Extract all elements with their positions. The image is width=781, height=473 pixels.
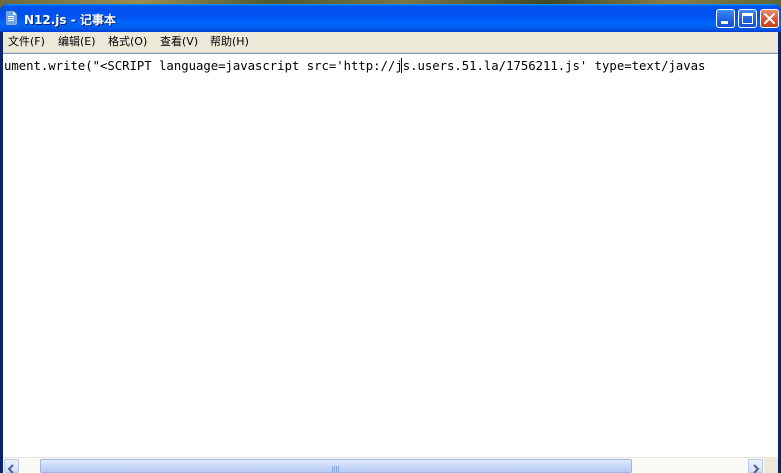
menu-bar: 文件(F) 编辑(E) 格式(O) 查看(V) 帮助(H): [3, 32, 778, 53]
arrow-left-icon: [7, 464, 14, 473]
minimize-button[interactable]: [716, 9, 735, 28]
maximize-button[interactable]: [738, 9, 757, 28]
notepad-icon[interactable]: [5, 10, 18, 26]
menu-file[interactable]: 文件(F): [6, 34, 47, 50]
notepad-window: N12.js - 记事本 文件(F) 编辑(E) 格式(O) 查看(V) 帮助(…: [0, 4, 781, 473]
title-bar[interactable]: N12.js - 记事本: [0, 4, 781, 32]
text-caret: [401, 58, 402, 73]
arrow-right-icon: [753, 464, 760, 473]
menu-edit[interactable]: 编辑(E): [56, 34, 98, 50]
horizontal-scrollbar[interactable]: [3, 457, 764, 473]
scroll-left-button[interactable]: [4, 459, 19, 473]
scroll-right-button[interactable]: [748, 459, 763, 473]
window-client: 文件(F) 编辑(E) 格式(O) 查看(V) 帮助(H) ument.writ…: [3, 32, 778, 473]
grip-icon: [332, 466, 339, 472]
close-icon: [764, 13, 775, 24]
close-button[interactable]: [760, 9, 779, 28]
editor-line-1[interactable]: ument.write("<SCRIPT language=javascript…: [4, 59, 705, 73]
menu-help[interactable]: 帮助(H): [208, 34, 251, 50]
minimize-icon: [721, 21, 728, 24]
menu-view[interactable]: 查看(V): [158, 34, 200, 50]
menu-format[interactable]: 格式(O): [106, 34, 149, 50]
scroll-thumb[interactable]: [40, 459, 632, 473]
window-title: N12.js - 记事本: [24, 13, 116, 27]
text-editor[interactable]: ument.write("<SCRIPT language=javascript…: [3, 53, 778, 457]
maximize-icon: [742, 13, 753, 24]
resize-grip[interactable]: [764, 457, 778, 473]
